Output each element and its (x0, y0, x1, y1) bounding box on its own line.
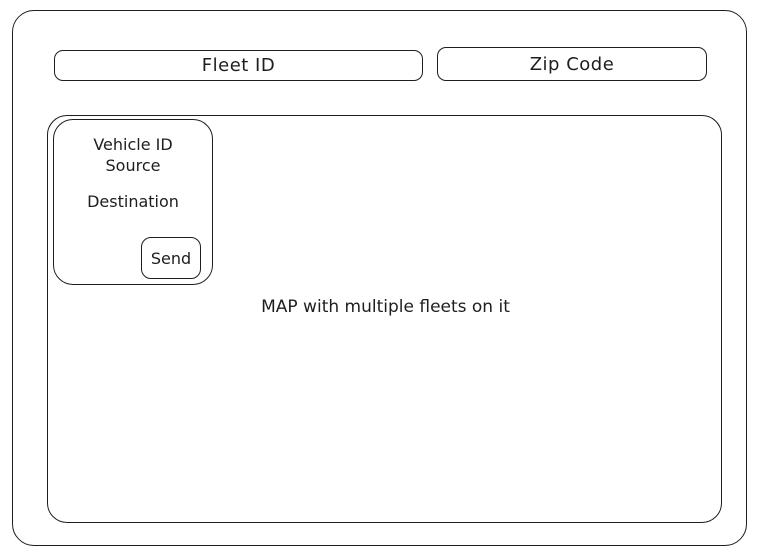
vehicle-panel: Vehicle ID Source Destination Send (53, 119, 213, 285)
map-caption: MAP with multiple fleets on it (261, 297, 510, 317)
fleet-id-field[interactable]: Fleet ID (54, 50, 423, 81)
zip-code-label: Zip Code (529, 53, 615, 75)
zip-code-field[interactable]: Zip Code (437, 47, 707, 81)
source-field[interactable]: Source (54, 156, 212, 176)
fleet-id-label: Fleet ID (201, 55, 276, 76)
send-button[interactable]: Send (141, 237, 201, 279)
destination-field[interactable]: Destination (54, 192, 212, 212)
vehicle-id-field[interactable]: Vehicle ID (54, 135, 212, 155)
send-button-label: Send (150, 248, 192, 268)
